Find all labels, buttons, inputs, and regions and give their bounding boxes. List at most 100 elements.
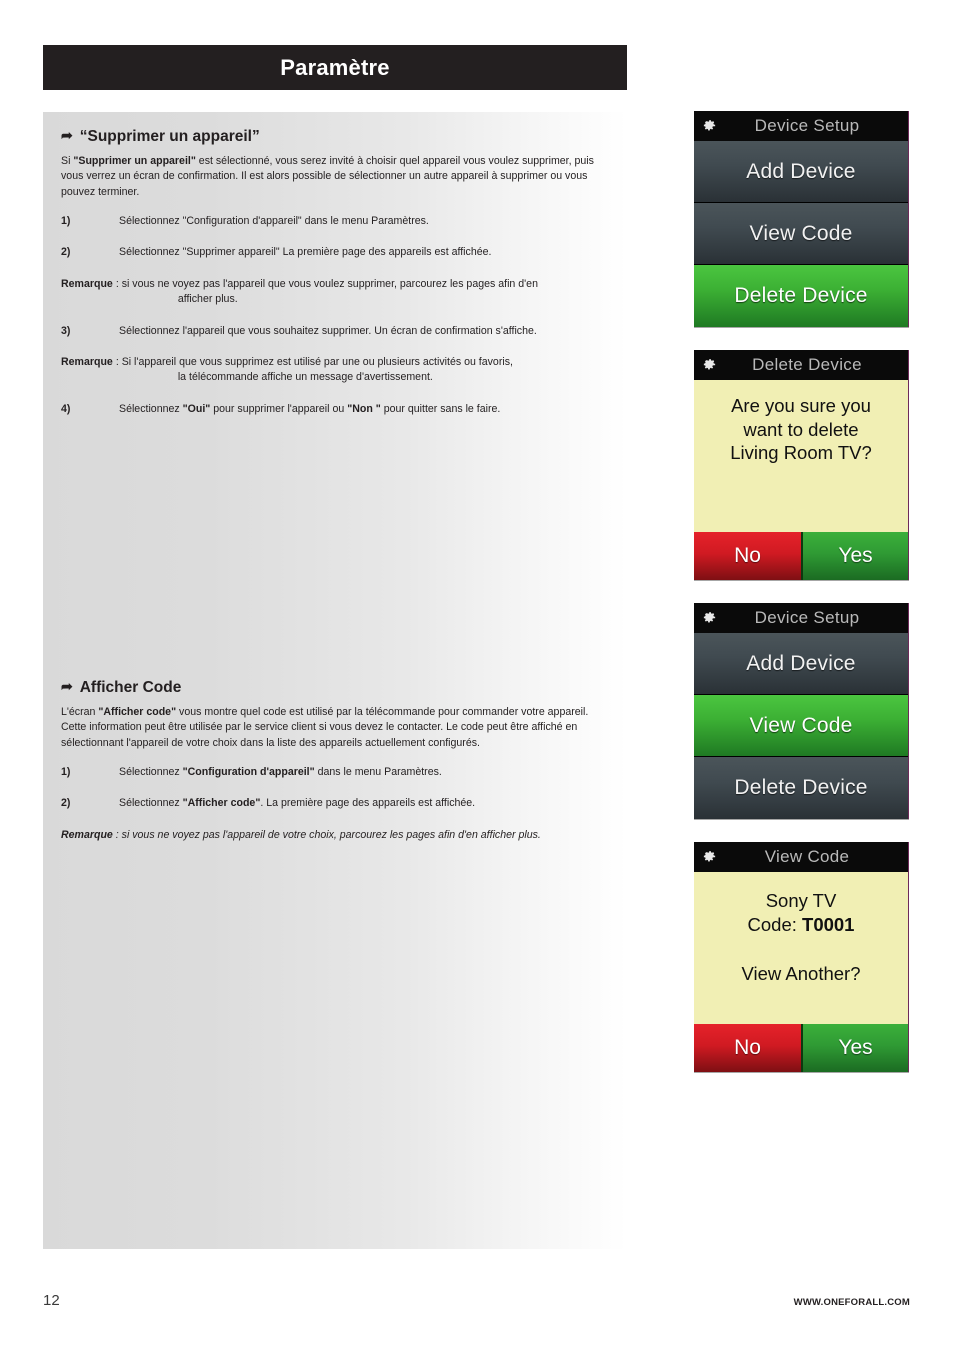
step-number: 4) <box>61 402 71 415</box>
step-text: Sélectionnez "Configuration d'appareil" … <box>119 215 429 228</box>
section-heading-label: “Supprimer un appareil” <box>79 128 260 145</box>
note-body-continuation: afficher plus. <box>177 293 238 306</box>
step-item: 1) Sélectionnez "Configuration d'apparei… <box>61 765 609 780</box>
step4-text-d: "Non " <box>347 402 381 415</box>
note-item: Remarque : si vous ne voyez pas l'appare… <box>61 277 609 308</box>
menu-item-add-device[interactable]: Add Device <box>694 633 908 695</box>
step-list: 1) Sélectionnez "Configuration d'apparei… <box>61 765 609 843</box>
step-item: 2) Sélectionnez "Afficher code". La prem… <box>61 796 609 811</box>
yes-button[interactable]: Yes <box>801 1024 908 1072</box>
message-line: Living Room TV? <box>730 442 872 464</box>
step1-text-c: dans le menu Paramètres. <box>314 766 442 779</box>
section-intro-paragraph: Si "Supprimer un appareil" est sélection… <box>61 154 609 200</box>
gear-icon <box>703 358 717 372</box>
step2-text-c: . La première page des appareils est aff… <box>260 797 476 810</box>
step-item: 4) Sélectionnez "Oui" pour supprimer l'a… <box>61 402 609 417</box>
code-value: T0001 <box>802 913 855 935</box>
step4-text-b: "Oui" <box>182 402 211 415</box>
arrow-bullet-icon: ➦ <box>61 127 73 143</box>
step-number: 2) <box>61 797 71 810</box>
menu-item-label: Delete Device <box>734 776 868 799</box>
menu-item-label: Delete Device <box>734 284 868 307</box>
menu-item-view-code[interactable]: View Code <box>694 203 908 265</box>
step-text: Sélectionnez "Supprimer appareil" La pre… <box>119 246 492 259</box>
step-number: 2) <box>61 246 71 259</box>
step-text: Sélectionnez "Afficher code". La premièr… <box>119 796 609 811</box>
intro-text-b: "Afficher code" <box>98 705 177 718</box>
section-heading: ➦ Afficher Code <box>61 679 609 697</box>
yes-button[interactable]: Yes <box>801 532 908 580</box>
footer-url: WWW.ONEFORALL.COM <box>793 1297 910 1308</box>
code-line: Code: T0001 <box>748 913 855 937</box>
intro-text-a: L'écran <box>61 705 99 718</box>
step-item: 2) Sélectionnez "Supprimer appareil" La … <box>61 245 609 260</box>
menu-item-label: View Code <box>749 713 853 737</box>
note-item: Remarque : Si l'appareil que vous suppri… <box>61 355 609 386</box>
note-body-text: : Si l'appareil que vous supprimez est u… <box>115 355 513 368</box>
gear-icon <box>703 850 717 864</box>
note-label: Remarque <box>61 277 113 290</box>
device-name: Sony TV <box>765 890 837 911</box>
yes-button-label: Yes <box>838 544 873 567</box>
step-number: 3) <box>61 324 71 337</box>
section-intro-paragraph: L'écran "Afficher code" vous montre quel… <box>61 705 609 751</box>
step2-text-b: "Afficher code" <box>182 797 261 810</box>
view-another-prompt: View Another? <box>741 963 861 985</box>
device-screen-view-code-result: View Code Sony TV Code: T0001 View Anoth… <box>694 842 909 1072</box>
menu-item-delete-device[interactable]: Delete Device <box>694 757 908 819</box>
screen-header: Device Setup <box>694 111 908 141</box>
yes-button-label: Yes <box>838 1036 873 1059</box>
step2-text-a: Sélectionnez <box>119 797 183 810</box>
page-title: Paramètre <box>280 54 390 80</box>
step-text: Sélectionnez "Oui" pour supprimer l'appa… <box>119 402 609 417</box>
screen-title: Device Setup <box>754 116 860 135</box>
device-screen-column: Device Setup Add Device View Code Delete… <box>694 111 909 1095</box>
page-title-bar: Paramètre <box>43 45 627 90</box>
screen-header: Device Setup <box>694 603 908 633</box>
note-label: Remarque <box>61 828 113 841</box>
no-button-label: No <box>734 1036 761 1059</box>
device-screen-device-setup-view: Device Setup Add Device View Code Delete… <box>694 603 909 819</box>
note-label: Remarque <box>61 355 113 368</box>
section-supprimer-un-appareil: ➦ “Supprimer un appareil” Si "Supprimer … <box>61 128 609 417</box>
code-label: Code: <box>747 913 803 935</box>
step1-text-a: Sélectionnez <box>119 766 183 779</box>
menu-item-label: View Code <box>749 221 853 245</box>
note-body: : Si l'appareil que vous supprimez est u… <box>113 355 609 386</box>
no-button[interactable]: No <box>694 532 801 580</box>
menu-item-label: Add Device <box>746 159 856 183</box>
note-body-text: : si vous ne voyez pas l'appareil que vo… <box>115 277 538 290</box>
menu-item-add-device[interactable]: Add Device <box>694 141 908 203</box>
page-number: 12 <box>43 1292 60 1309</box>
note-body: : si vous ne voyez pas l'appareil que vo… <box>113 277 609 308</box>
no-button[interactable]: No <box>694 1024 801 1072</box>
step4-text-e: pour quitter sans le faire. <box>380 402 501 415</box>
step4-text-c: pour supprimer l'appareil ou <box>210 402 348 415</box>
screen-header: Delete Device <box>694 350 908 380</box>
step1-text-b: "Configuration d'appareil" <box>182 766 315 779</box>
step4-text-a: Sélectionnez <box>119 402 183 415</box>
step-number: 1) <box>61 766 71 779</box>
note-body-continuation: la télécommande affiche un message d'ave… <box>177 371 433 384</box>
step-item: 1) Sélectionnez "Configuration d'apparei… <box>61 214 609 229</box>
section-afficher-code: ➦ Afficher Code L'écran "Afficher code" … <box>61 679 609 843</box>
choice-bar: No Yes <box>694 532 908 580</box>
menu-item-delete-device[interactable]: Delete Device <box>694 265 908 327</box>
no-button-label: No <box>734 544 761 567</box>
device-screen-delete-device-confirm: Delete Device Are you sure you want to d… <box>694 350 909 580</box>
screen-title: Delete Device <box>752 355 862 374</box>
message-line: want to delete <box>743 418 859 440</box>
section-heading-label: Afficher Code <box>79 678 182 696</box>
menu-item-view-code[interactable]: View Code <box>694 695 908 757</box>
section-heading: ➦ “Supprimer un appareil” <box>61 128 609 146</box>
gear-icon <box>703 611 717 625</box>
content-panel: ➦ “Supprimer un appareil” Si "Supprimer … <box>43 112 627 1249</box>
code-message: Sony TV Code: T0001 View Another? <box>694 872 908 1024</box>
manual-page: Paramètre ➦ “Supprimer un appareil” Si "… <box>0 0 954 1350</box>
gear-icon <box>703 119 717 133</box>
screen-title: Device Setup <box>754 608 860 627</box>
note-body-text: : si vous ne voyez pas l'appareil de vot… <box>112 828 541 841</box>
arrow-bullet-icon: ➦ <box>61 677 73 694</box>
confirmation-message: Are you sure you want to delete Living R… <box>694 380 908 532</box>
